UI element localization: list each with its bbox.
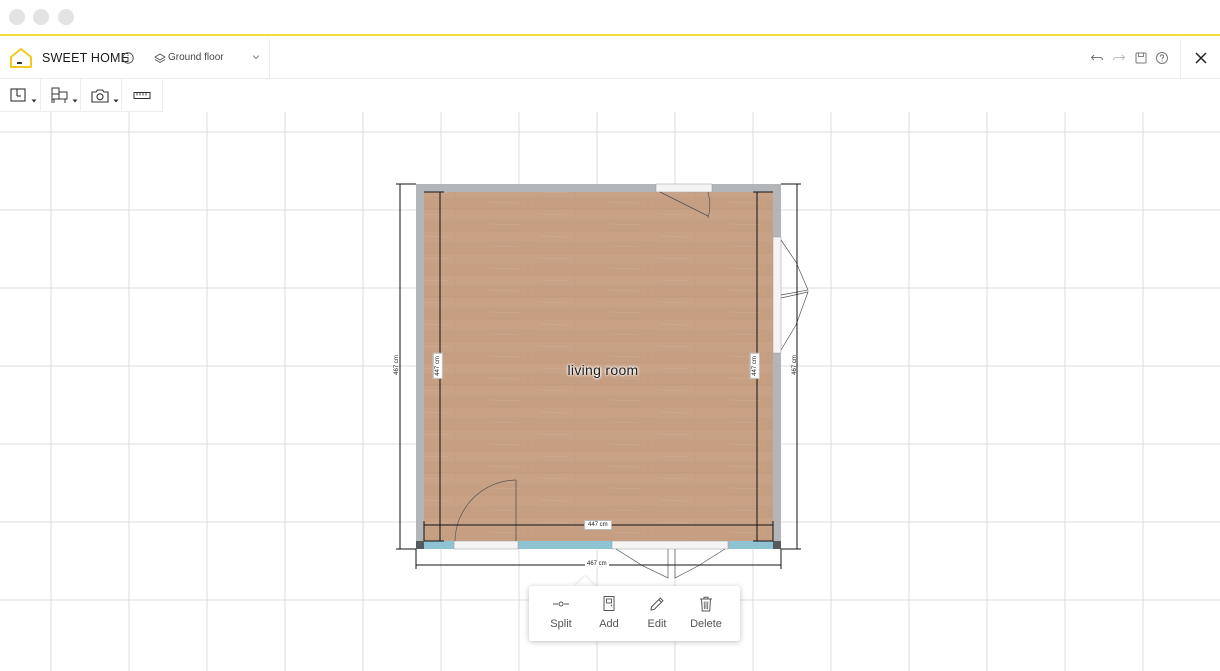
door-bottom-double[interactable] xyxy=(615,548,726,579)
wall-action-popup: Split Add Edit Delete xyxy=(529,586,740,641)
close-icon[interactable] xyxy=(1193,50,1209,66)
redo-icon[interactable] xyxy=(1112,51,1126,65)
floor-selector-value: Ground floor xyxy=(168,52,224,63)
window-close-button[interactable] xyxy=(9,9,25,25)
layers-icon xyxy=(154,53,166,64)
chevron-down-icon xyxy=(252,55,260,60)
dimension-label-outer-left: 467 cm xyxy=(393,355,400,375)
split-button[interactable]: Split xyxy=(537,586,585,641)
bottom-wall-openings[interactable] xyxy=(416,540,781,550)
split-button-label: Split xyxy=(550,618,572,630)
delete-button-label: Delete xyxy=(690,618,722,630)
floor-plan-tool-button[interactable] xyxy=(0,79,41,112)
caret-down-icon xyxy=(31,99,37,103)
furniture-icon xyxy=(51,87,68,103)
dimension-label-inner-left: 447 cm xyxy=(432,353,443,379)
ruler-icon xyxy=(133,92,151,99)
trash-icon xyxy=(700,596,712,612)
dimension-label-inner-right: 447 cm xyxy=(749,353,760,379)
camera-icon xyxy=(91,89,109,103)
header-divider xyxy=(1180,38,1181,79)
help-icon[interactable] xyxy=(1155,51,1169,65)
split-icon xyxy=(553,601,569,607)
undo-icon[interactable] xyxy=(1090,51,1104,65)
dimension-label-outer-right: 467 cm xyxy=(791,355,798,375)
delete-button[interactable]: Delete xyxy=(682,586,730,641)
plan-toolbar xyxy=(0,79,163,112)
pencil-icon xyxy=(650,597,664,611)
room-name-label[interactable]: living room xyxy=(530,362,676,378)
edit-button[interactable]: Edit xyxy=(633,586,681,641)
camera-tool-button[interactable] xyxy=(81,79,122,112)
door-right-double[interactable] xyxy=(772,236,809,354)
dimension-label-outer-bottom: 467 cm xyxy=(585,561,609,567)
window-zoom-button[interactable] xyxy=(58,9,74,25)
window-minimize-button[interactable] xyxy=(33,9,49,25)
add-button-label: Add xyxy=(599,618,619,630)
app-header: SWEET HOME Ground floor xyxy=(0,38,1220,79)
window-titlebar xyxy=(0,0,1220,36)
furniture-tool-button[interactable] xyxy=(41,79,81,112)
home-logo-icon xyxy=(10,48,32,68)
info-icon[interactable] xyxy=(122,52,134,64)
add-button[interactable]: Add xyxy=(585,586,633,641)
caret-down-icon xyxy=(72,99,78,103)
measure-tool-button[interactable] xyxy=(122,79,163,112)
save-icon[interactable] xyxy=(1134,51,1148,65)
floor-selector[interactable]: Ground floor xyxy=(146,38,270,79)
door-icon xyxy=(603,596,615,611)
caret-down-icon xyxy=(113,99,119,103)
app-title: SWEET HOME xyxy=(42,51,130,65)
dimension-label-inner-bottom: 447 cm xyxy=(584,520,612,530)
edit-button-label: Edit xyxy=(647,618,667,630)
floor-plan-icon xyxy=(10,88,26,102)
